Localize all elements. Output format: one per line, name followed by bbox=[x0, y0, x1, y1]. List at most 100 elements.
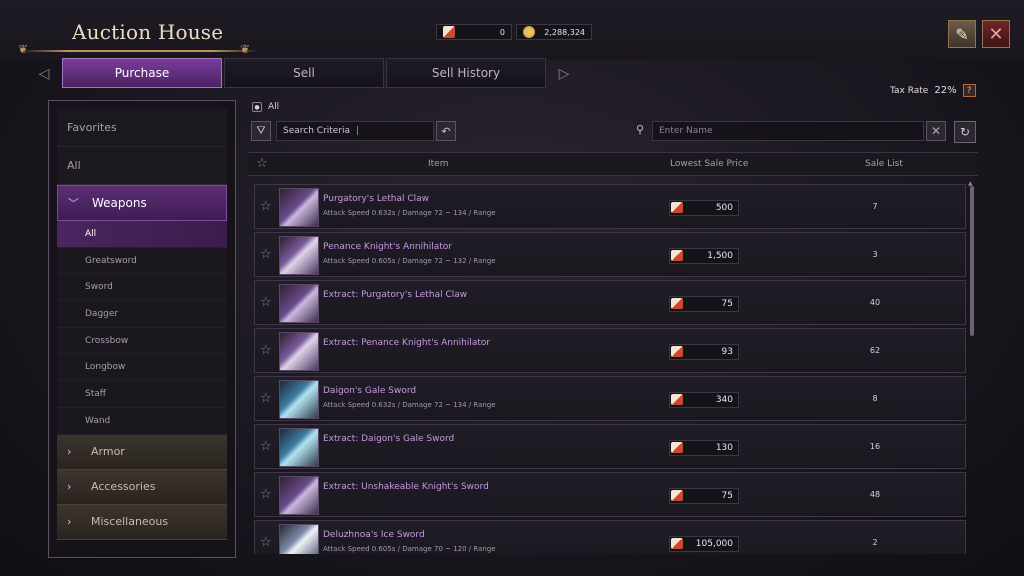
column-lowest-sale-price[interactable]: Lowest Sale Price bbox=[670, 159, 748, 169]
table-row[interactable]: ☆ Extract: Purgatory's Lethal Claw 75 40 bbox=[254, 280, 966, 325]
guide-button[interactable]: ✎ bbox=[948, 20, 976, 48]
category-icon: ● bbox=[252, 102, 262, 112]
item-thumbnail bbox=[279, 188, 319, 227]
item-thumbnail bbox=[279, 476, 319, 515]
table-row[interactable]: ☆ Penance Knight's Annihilator Attack Sp… bbox=[254, 232, 966, 277]
item-name: Extract: Unshakeable Knight's Sword bbox=[323, 482, 489, 492]
item-name: Purgatory's Lethal Claw bbox=[323, 194, 429, 204]
search-icon: ⚲ bbox=[636, 123, 645, 136]
item-name: Extract: Purgatory's Lethal Claw bbox=[323, 290, 468, 300]
sale-list-count: 3 bbox=[872, 250, 878, 259]
sale-list-count: 16 bbox=[869, 442, 881, 451]
refresh-button[interactable]: ↻ bbox=[954, 121, 976, 143]
favorite-star-icon[interactable]: ☆ bbox=[260, 247, 272, 262]
ornament-left-icon: ❦ bbox=[18, 42, 29, 56]
favorite-star-icon[interactable]: ☆ bbox=[260, 199, 272, 214]
ornament-right-icon: ❦ bbox=[240, 42, 251, 56]
table-row[interactable]: ☆ Extract: Unshakeable Knight's Sword 75… bbox=[254, 472, 966, 517]
filter-icon: ⛛ bbox=[256, 124, 266, 137]
item-name: Penance Knight's Annihilator bbox=[323, 242, 453, 252]
column-sale-list[interactable]: Sale List bbox=[865, 159, 903, 169]
sidebar-item-all[interactable]: All bbox=[57, 147, 227, 185]
tab-purchase[interactable]: Purchase bbox=[62, 58, 222, 88]
weapon-type-staff[interactable]: Staff bbox=[57, 381, 227, 408]
sale-list-count: 62 bbox=[869, 346, 881, 355]
sale-list-count: 8 bbox=[872, 394, 878, 403]
item-stats: Attack Speed 0.605s / Damage 72 ~ 132 / … bbox=[323, 257, 496, 265]
item-stats: Attack Speed 0.632s / Damage 72 ~ 134 / … bbox=[323, 209, 496, 217]
table-row[interactable]: ☆ Purgatory's Lethal Claw Attack Speed 0… bbox=[254, 184, 966, 229]
item-thumbnail bbox=[279, 380, 319, 419]
ticket-icon bbox=[671, 538, 683, 549]
tab-right-arrow-icon[interactable]: ▷ bbox=[550, 62, 578, 86]
item-name: Deluzhnoa's Ice Sword bbox=[323, 530, 425, 540]
weapon-type-all[interactable]: All bbox=[57, 221, 227, 248]
book-icon: ✎ bbox=[955, 24, 969, 44]
tab-sell[interactable]: Sell bbox=[224, 58, 384, 88]
tax-rate: Tax Rate 22% ? bbox=[890, 84, 976, 97]
sale-list-count: 48 bbox=[869, 490, 881, 499]
close-button[interactable]: ✕ bbox=[982, 20, 1010, 48]
table-row[interactable]: ☆ Deluzhnoa's Ice Sword Attack Speed 0.6… bbox=[254, 520, 966, 554]
ticket-icon bbox=[671, 298, 683, 309]
tab-left-arrow-icon[interactable]: ◁ bbox=[30, 62, 58, 86]
scrollbar[interactable] bbox=[970, 186, 974, 336]
ticket-icon bbox=[671, 490, 683, 501]
item-list: ☆ Purgatory's Lethal Claw Attack Speed 0… bbox=[254, 184, 966, 554]
name-search-input[interactable] bbox=[652, 121, 924, 141]
refresh-icon: ↻ bbox=[959, 125, 971, 139]
sidebar-item-label: Miscellaneous bbox=[91, 515, 169, 528]
ticket-icon bbox=[443, 26, 455, 38]
ticket-icon bbox=[671, 394, 683, 405]
ticket-currency: 0 2,288,324 bbox=[436, 24, 592, 40]
favorite-star-icon[interactable]: ☆ bbox=[260, 391, 272, 406]
item-name: Daigon's Gale Sword bbox=[323, 386, 417, 396]
item-stats: Attack Speed 0.605s / Damage 70 ~ 120 / … bbox=[323, 545, 496, 553]
weapon-type-wand[interactable]: Wand bbox=[57, 407, 227, 435]
favorite-star-icon[interactable]: ☆ bbox=[260, 487, 272, 502]
weapon-type-greatsword[interactable]: Greatsword bbox=[57, 247, 227, 275]
clear-search-button[interactable]: ✕ bbox=[926, 121, 946, 141]
weapon-type-sword[interactable]: Sword bbox=[57, 274, 227, 302]
favorite-star-icon[interactable]: ☆ bbox=[260, 535, 272, 550]
sidebar-item-favorites[interactable]: Favorites bbox=[57, 109, 227, 147]
item-thumbnail bbox=[279, 524, 319, 554]
sidebar-item-label: Armor bbox=[91, 445, 125, 458]
chevron-down-icon: ﹀ bbox=[68, 197, 79, 210]
favorite-star-icon[interactable]: ☆ bbox=[260, 343, 272, 358]
favorite-star-icon[interactable]: ☆ bbox=[260, 439, 272, 454]
tab-bar: ◁ Purchase Sell Sell History ▷ bbox=[30, 58, 585, 90]
filter-button[interactable]: ⛛ bbox=[251, 121, 271, 141]
favorite-star-icon[interactable]: ☆ bbox=[260, 295, 272, 310]
sidebar-item-armor[interactable]: › Armor bbox=[57, 434, 227, 470]
search-criteria-field[interactable]: Search Criteria | bbox=[276, 121, 434, 141]
breadcrumb: ● All bbox=[252, 102, 279, 112]
table-row[interactable]: ☆ Daigon's Gale Sword Attack Speed 0.632… bbox=[254, 376, 966, 421]
category-sidebar: Favorites All ﹀ Weapons All Greatsword S… bbox=[48, 100, 236, 558]
sidebar-item-weapons[interactable]: ﹀ Weapons bbox=[57, 185, 227, 221]
table-row[interactable]: ☆ Extract: Daigon's Gale Sword 130 16 bbox=[254, 424, 966, 469]
column-item[interactable]: Item bbox=[428, 159, 449, 169]
close-icon: ✕ bbox=[988, 23, 1004, 45]
tax-label: Tax Rate bbox=[890, 85, 929, 96]
sidebar-item-label: Accessories bbox=[91, 480, 156, 493]
favorite-filter-star-icon[interactable]: ☆ bbox=[256, 156, 268, 171]
close-icon: ✕ bbox=[930, 124, 942, 138]
gold-currency: 2,288,324 bbox=[516, 24, 592, 40]
tab-sell-history[interactable]: Sell History bbox=[386, 58, 546, 88]
sale-list-count: 2 bbox=[872, 538, 878, 547]
weapon-type-longbow[interactable]: Longbow bbox=[57, 354, 227, 382]
tax-help-button[interactable]: ? bbox=[962, 84, 976, 97]
reset-criteria-button[interactable]: ↶ bbox=[436, 121, 456, 141]
chevron-right-icon: › bbox=[67, 480, 72, 493]
weapon-type-dagger[interactable]: Dagger bbox=[57, 301, 227, 328]
search-criteria-label: Search Criteria bbox=[283, 126, 351, 136]
weapon-type-crossbow[interactable]: Crossbow bbox=[57, 327, 227, 355]
item-thumbnail bbox=[279, 236, 319, 275]
sidebar-item-miscellaneous[interactable]: › Miscellaneous bbox=[57, 504, 227, 540]
title-divider bbox=[20, 50, 260, 52]
sidebar-item-accessories[interactable]: › Accessories bbox=[57, 469, 227, 505]
table-row[interactable]: ☆ Extract: Penance Knight's Annihilator … bbox=[254, 328, 966, 373]
item-stats: Attack Speed 0.632s / Damage 72 ~ 134 / … bbox=[323, 401, 496, 409]
ticket-icon bbox=[671, 442, 683, 453]
